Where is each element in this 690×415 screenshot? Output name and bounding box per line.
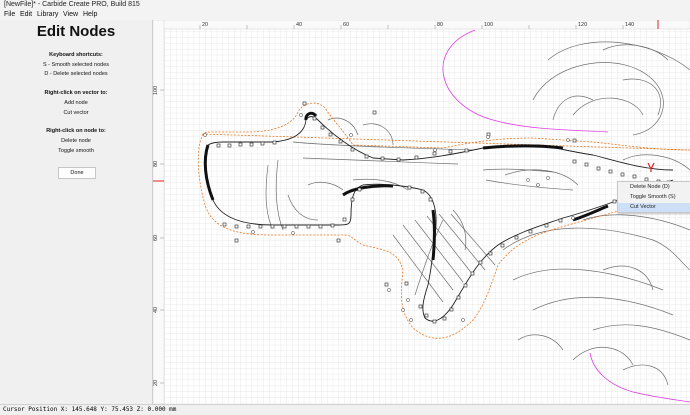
x-tick-60: 60 — [343, 22, 349, 28]
edit-nodes-panel: Edit Nodes Keyboard shortcuts: S - Smoot… — [0, 20, 153, 404]
menu-edit[interactable]: Edit — [20, 9, 32, 20]
x-tick-100: 100 — [484, 22, 493, 28]
title-bar: [NewFile]* - Carbide Create PRO, Build 8… — [0, 0, 690, 9]
done-button[interactable]: Done — [58, 167, 96, 179]
y-tick-60: 60 — [153, 235, 159, 241]
node-heading: Right-click on node to: — [46, 128, 106, 134]
menu-bar: File Edit Library View Help — [0, 9, 690, 20]
y-tick-20: 20 — [153, 380, 159, 386]
y-tick-100: 100 — [153, 86, 159, 95]
top-ruler — [153, 20, 690, 30]
menu-file[interactable]: File — [4, 9, 15, 20]
context-menu: Delete Node (D) Toggle Smooth (S) Cut Ve… — [617, 181, 690, 213]
ctx-delete-node[interactable]: Delete Node (D) — [618, 183, 690, 192]
ctx-toggle-smooth[interactable]: Toggle Smooth (S) — [618, 193, 690, 202]
design-canvas[interactable]: 20 40 60 80 100 120 140 100 80 60 40 20 — [153, 20, 690, 404]
ctx-cut-vector[interactable]: Cut Vector — [618, 203, 690, 212]
canvas-drawing: 20 40 60 80 100 120 140 100 80 60 40 20 — [153, 20, 690, 404]
left-ruler — [153, 20, 165, 404]
menu-library[interactable]: Library — [37, 9, 58, 20]
window-title: [NewFile]* - Carbide Create PRO, Build 8… — [4, 1, 140, 8]
y-tick-80: 80 — [153, 161, 159, 167]
node-delete: Delete node — [61, 138, 91, 144]
menu-help[interactable]: Help — [83, 9, 97, 20]
vector-heading: Right-click on vector to: — [44, 90, 108, 96]
shortcut-smooth: S - Smooth selected nodes — [42, 62, 110, 68]
shortcut-delete: D - Delete selected nodes — [44, 71, 108, 77]
x-tick-80: 80 — [437, 22, 443, 28]
panel-heading: Edit Nodes — [36, 23, 116, 40]
y-tick-40: 40 — [153, 307, 159, 313]
vector-add-node: Add node — [64, 100, 88, 106]
status-bar: Cursor Position X: 145.648 Y: 75.453 Z: … — [0, 404, 690, 415]
x-tick-140: 140 — [625, 22, 634, 28]
x-tick-120: 120 — [578, 22, 587, 28]
vector-cut: Cut vector — [63, 110, 89, 116]
node-toggle-smooth: Toggle smooth — [58, 148, 94, 154]
keyboard-shortcuts-heading: Keyboard shortcuts: — [49, 52, 103, 58]
x-tick-40: 40 — [296, 22, 302, 28]
menu-view[interactable]: View — [63, 9, 78, 20]
x-tick-20: 20 — [202, 22, 208, 28]
